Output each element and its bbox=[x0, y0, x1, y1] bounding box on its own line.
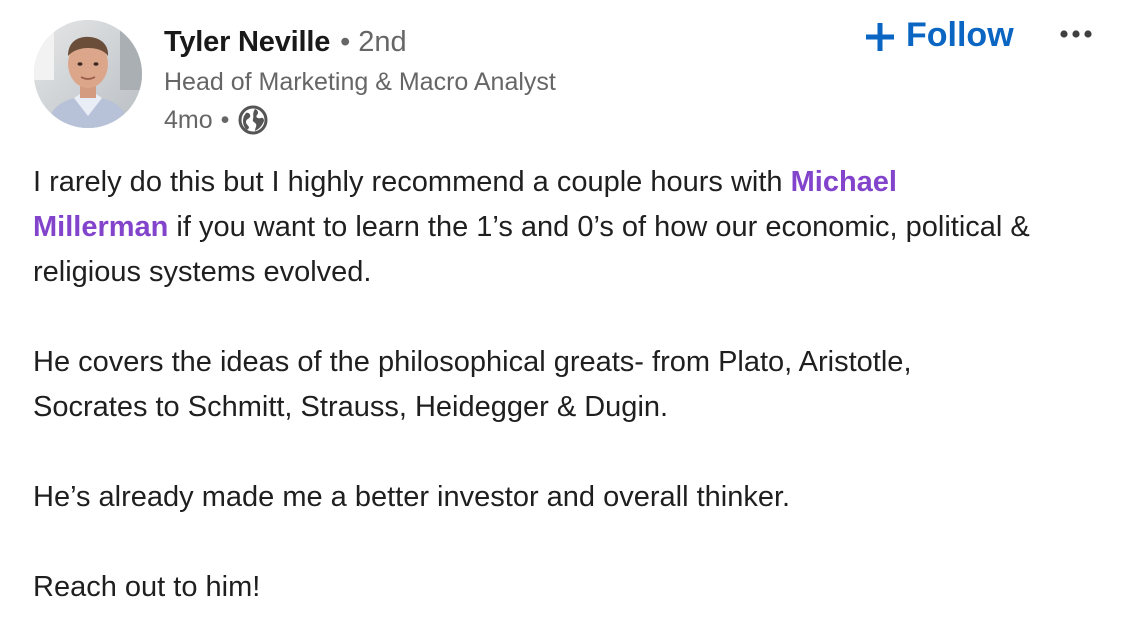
author-name-row: Tyler Neville • 2nd bbox=[164, 22, 407, 62]
ellipsis-icon bbox=[1059, 27, 1093, 42]
connection-degree-label: 2nd bbox=[358, 25, 407, 58]
follow-label: Follow bbox=[906, 15, 1014, 54]
author-avatar[interactable] bbox=[34, 20, 142, 128]
separator-dot: • bbox=[220, 105, 230, 134]
post-text: if you want to learn the 1’s and 0’s of … bbox=[33, 211, 1030, 288]
post-paragraph: Reach out to him! bbox=[33, 571, 261, 603]
author-headline: Head of Marketing & Macro Analyst bbox=[164, 68, 556, 96]
connection-degree: • 2nd bbox=[340, 26, 407, 59]
author-name[interactable]: Tyler Neville bbox=[164, 26, 330, 59]
separator-dot: • bbox=[340, 25, 351, 58]
post-paragraph: He covers the ideas of the philosophical… bbox=[33, 346, 912, 423]
more-options-button[interactable] bbox=[1052, 16, 1100, 52]
plus-icon bbox=[866, 21, 894, 51]
post-body: I rarely do this but I highly recommend … bbox=[33, 160, 1033, 610]
follow-button[interactable]: Follow bbox=[858, 12, 1022, 58]
post-timestamp: 4mo bbox=[164, 105, 213, 134]
post-text: I rarely do this but I highly recommend … bbox=[33, 166, 791, 198]
globe-icon bbox=[237, 104, 269, 136]
post-meta: 4mo • bbox=[164, 102, 269, 138]
post-paragraph: He’s already made me a better investor a… bbox=[33, 481, 791, 513]
profile-photo bbox=[34, 20, 142, 128]
post-paragraph: I rarely do this but I highly recommend … bbox=[33, 160, 1033, 295]
feed-post: Tyler Neville • 2nd Head of Marketing & M… bbox=[0, 0, 1136, 624]
